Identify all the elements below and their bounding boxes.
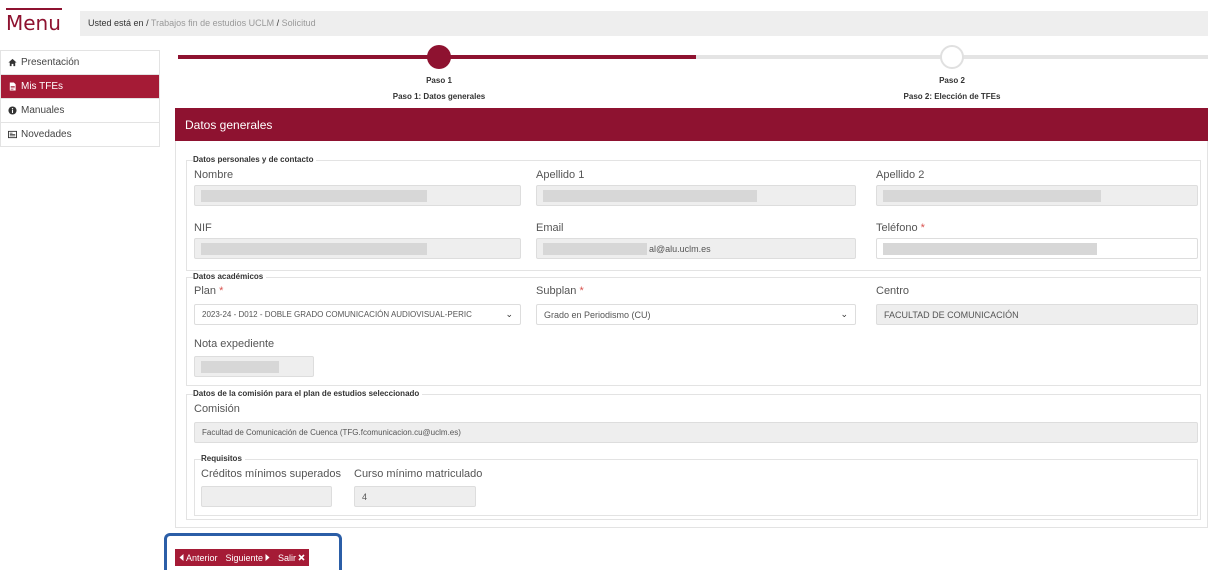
sidebar-item-label: Presentación: [21, 56, 80, 68]
top-bar: Menu Usted está en / Trabajos fin de est…: [0, 0, 1208, 38]
centro-value: FACULTAD DE COMUNICACIÓN: [884, 310, 1019, 320]
step-progress: Paso 1 Paso 1: Datos generales Paso 2 Pa…: [178, 44, 1208, 104]
sidebar: Presentación Mis TFEs Manuales Novedades: [0, 50, 160, 147]
nif-label: NIF: [194, 222, 212, 234]
menu-underline: [6, 8, 62, 10]
plan-select[interactable]: 2023-24 - D012 - DOBLE GRADO COMUNICACIÓ…: [194, 304, 521, 325]
required-mark: *: [920, 222, 925, 234]
info-icon: [8, 106, 17, 115]
comision-value: Facultad de Comunicación de Cuenca (TFG.…: [202, 428, 461, 437]
redacted-value: [201, 361, 279, 373]
sidebar-item-label: Mis TFEs: [21, 80, 64, 92]
sidebar-item-mis-tfes[interactable]: Mis TFEs: [1, 74, 159, 98]
breadcrumb: Usted está en / Trabajos fin de estudios…: [80, 11, 1208, 36]
step-2-title: Paso 2: [939, 76, 965, 85]
sidebar-item-manuales[interactable]: Manuales: [1, 98, 159, 122]
required-mark: *: [579, 285, 584, 297]
plan-value: 2023-24 - D012 - DOBLE GRADO COMUNICACIÓ…: [202, 310, 472, 319]
curso-label: Curso mínimo matriculado: [354, 468, 483, 480]
redacted-value: [883, 243, 1097, 255]
centro-field[interactable]: FACULTAD DE COMUNICACIÓN: [876, 304, 1198, 325]
email-field[interactable]: al@alu.uclm.es: [536, 238, 856, 259]
apellido1-label: Apellido 1: [536, 169, 585, 181]
breadcrumb-prefix: Usted está en: [88, 18, 144, 28]
exit-button[interactable]: Salir: [274, 549, 309, 566]
centro-label: Centro: [876, 285, 910, 297]
step-1-subtitle: Paso 1: Datos generales: [392, 92, 486, 101]
redacted-value: [543, 243, 647, 255]
breadcrumb-item-tfe[interactable]: Trabajos fin de estudios UCLM: [151, 18, 274, 28]
nota-field[interactable]: [194, 356, 314, 377]
home-icon: [8, 58, 17, 67]
personal-data-legend: Datos personales y de contacto: [193, 155, 317, 164]
close-icon: [298, 554, 305, 561]
email-value: al@alu.uclm.es: [649, 244, 711, 254]
requisitos-section: [194, 459, 1198, 516]
commission-legend: Datos de la comisión para el plan de est…: [193, 389, 423, 398]
redacted-value: [883, 190, 1101, 202]
comision-label: Comisión: [194, 403, 240, 415]
telefono-label: Teléfono *: [876, 222, 925, 234]
redacted-value: [201, 190, 427, 202]
nota-label: Nota expediente: [194, 338, 275, 350]
caret-right-icon: [265, 554, 270, 561]
step-1-title: Paso 1: [426, 76, 452, 85]
nif-field[interactable]: [194, 238, 521, 259]
panel-body: Datos personales y de contacto Nombre Ap…: [175, 141, 1208, 528]
nombre-field[interactable]: [194, 185, 521, 206]
plan-label: Plan *: [194, 285, 224, 297]
document-icon: [9, 82, 16, 91]
sidebar-item-presentacion[interactable]: Presentación: [1, 50, 159, 74]
academic-data-legend: Datos académicos: [193, 272, 267, 281]
news-icon: [8, 130, 17, 139]
subplan-value: Grado en Periodismo (CU): [544, 310, 651, 320]
subplan-label: Subplan *: [536, 285, 584, 297]
step-1-marker[interactable]: [427, 45, 451, 69]
curso-field[interactable]: 4: [354, 486, 476, 507]
comision-field[interactable]: Facultad de Comunicación de Cuenca (TFG.…: [194, 422, 1198, 443]
sidebar-item-label: Novedades: [21, 128, 72, 140]
previous-label: Anterior: [186, 552, 218, 563]
step-2-marker[interactable]: [940, 45, 964, 69]
breadcrumb-item-solicitud: Solicitud: [281, 18, 316, 28]
apellido2-label: Apellido 2: [876, 169, 925, 181]
next-button[interactable]: Siguiente: [222, 549, 275, 566]
panel-header: Datos generales: [175, 108, 1208, 141]
academic-data-section: [186, 277, 1201, 386]
sidebar-item-label: Manuales: [21, 104, 65, 116]
chevron-down-icon: ⌄: [505, 309, 513, 319]
sidebar-item-novedades[interactable]: Novedades: [1, 122, 159, 146]
curso-value: 4: [362, 492, 368, 502]
apellido1-field[interactable]: [536, 185, 856, 206]
nombre-label: Nombre: [194, 169, 234, 181]
email-label: Email: [536, 222, 564, 234]
caret-left-icon: [179, 554, 184, 561]
required-mark: *: [219, 285, 224, 297]
menu-toggle[interactable]: Menu: [6, 11, 61, 35]
apellido2-field[interactable]: [876, 185, 1198, 206]
creditos-field[interactable]: [201, 486, 332, 507]
requisitos-legend: Requisitos: [201, 454, 245, 463]
redacted-value: [201, 243, 427, 255]
chevron-down-icon: ⌄: [840, 309, 848, 319]
next-label: Siguiente: [225, 552, 264, 563]
subplan-select[interactable]: Grado en Periodismo (CU) ⌄: [536, 304, 856, 325]
step-2-subtitle: Paso 2: Elección de TFEs: [903, 92, 1001, 101]
navigation-buttons: Anterior Siguiente Salir: [175, 549, 310, 566]
telefono-input[interactable]: [876, 238, 1198, 259]
redacted-value: [543, 190, 757, 202]
exit-label: Salir: [278, 552, 297, 563]
previous-button[interactable]: Anterior: [175, 549, 222, 566]
creditos-label: Créditos mínimos superados: [201, 468, 342, 480]
